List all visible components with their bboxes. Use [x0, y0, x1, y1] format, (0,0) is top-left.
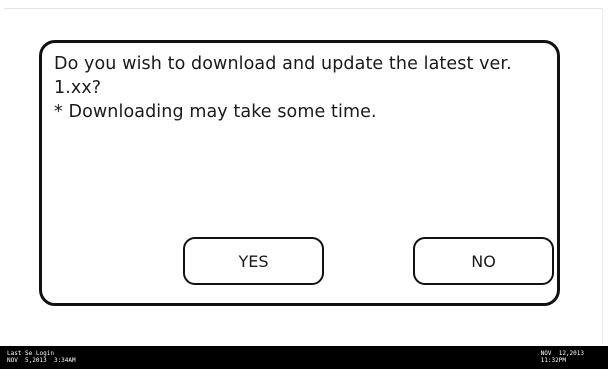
- no-button-label: NO: [471, 251, 496, 271]
- status-bar: Last Se Login NOV 5,2013 3:34AM NOV 12,2…: [0, 346, 608, 369]
- current-date: NOV 12,2013: [540, 350, 584, 357]
- last-login-label: Last Se Login: [7, 350, 54, 357]
- dialog-message: Do you wish to download and update the l…: [54, 52, 554, 124]
- update-confirmation-dialog: Do you wish to download and update the l…: [39, 40, 560, 306]
- dialog-message-line-2: 1.xx?: [54, 78, 102, 98]
- no-button[interactable]: NO: [413, 237, 554, 285]
- current-datetime: NOV 12,2013 11:32PM: [541, 350, 584, 364]
- yes-button[interactable]: YES: [183, 237, 324, 285]
- last-login-date: NOV 5,2013 3:34AM: [7, 357, 76, 364]
- current-time: 11:32PM: [540, 357, 566, 364]
- screen: Do you wish to download and update the l…: [0, 0, 608, 369]
- last-login-info: Last Se Login NOV 5,2013 3:34AM: [7, 350, 76, 364]
- dialog-message-line-3: * Downloading may take some time.: [54, 102, 377, 122]
- yes-button-label: YES: [238, 251, 269, 271]
- dialog-message-line-1: Do you wish to download and update the l…: [54, 54, 512, 74]
